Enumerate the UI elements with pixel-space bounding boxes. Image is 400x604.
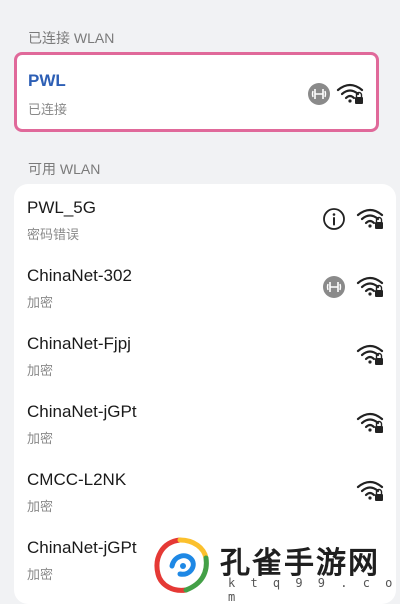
watermark-url: k t q 9 9 . c o m xyxy=(228,576,397,604)
watermark: 孔雀手游网 k t q 9 9 . c o m xyxy=(150,534,400,604)
network-status: 加密 xyxy=(27,567,54,582)
wifi-locked-icon xyxy=(356,276,384,297)
available-section-header: 可用 WLAN xyxy=(28,161,101,177)
network-item-cmcc-l2nk[interactable]: CMCC-L2NK 加密 xyxy=(14,456,396,524)
network-status: 密码错误 xyxy=(27,227,80,242)
connected-status: 已连接 xyxy=(28,102,68,117)
wifi-locked-icon xyxy=(336,83,364,104)
network-ssid: ChinaNet-Fjpj xyxy=(27,334,131,353)
network-status: 加密 xyxy=(27,363,54,378)
connected-section-header: 已连接 WLAN xyxy=(28,30,115,46)
hotspot-badge-icon[interactable] xyxy=(322,275,346,299)
wifi-locked-icon xyxy=(356,480,384,501)
network-status: 加密 xyxy=(27,499,54,514)
network-item-chinanet-jgpt[interactable]: ChinaNet-jGPt 加密 xyxy=(14,388,396,456)
network-ssid: ChinaNet-jGPt xyxy=(27,538,137,557)
connected-network-item[interactable]: PWL 已连接 xyxy=(14,52,379,132)
network-ssid: CMCC-L2NK xyxy=(27,470,127,489)
network-ssid: ChinaNet-jGPt xyxy=(27,402,137,421)
wifi-locked-icon xyxy=(356,344,384,365)
info-icon[interactable] xyxy=(322,207,346,231)
wifi-locked-icon xyxy=(356,412,384,433)
peacock-logo-icon xyxy=(154,537,209,593)
network-item-chinanet-fjpj[interactable]: ChinaNet-Fjpj 加密 xyxy=(14,320,396,388)
network-item-pwl-5g[interactable]: PWL_5G 密码错误 xyxy=(14,184,396,252)
network-ssid: PWL_5G xyxy=(27,198,96,217)
network-ssid: ChinaNet-302 xyxy=(27,266,132,285)
network-item-chinanet-302[interactable]: ChinaNet-302 加密 xyxy=(14,252,396,320)
hotspot-badge-icon[interactable] xyxy=(307,82,331,106)
network-status: 加密 xyxy=(27,431,54,446)
connected-ssid: PWL xyxy=(28,71,66,90)
wifi-locked-icon xyxy=(356,208,384,229)
network-status: 加密 xyxy=(27,295,54,310)
